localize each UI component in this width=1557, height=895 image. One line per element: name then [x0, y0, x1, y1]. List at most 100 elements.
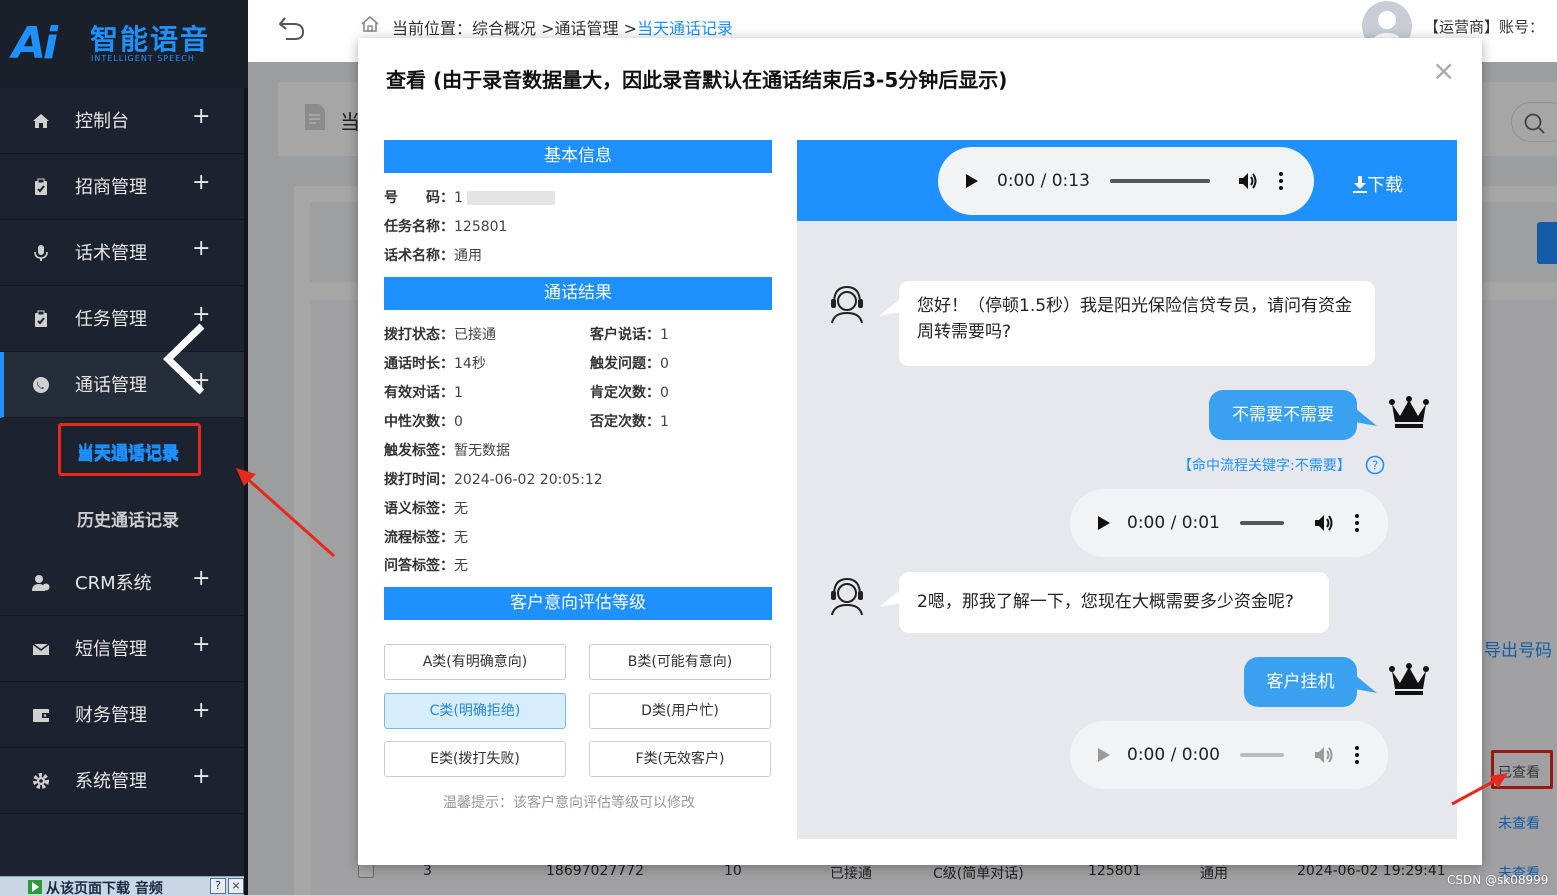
clipboard-icon: [35, 178, 47, 195]
grade-f-button[interactable]: F类(无效客户): [589, 741, 771, 777]
grade-d-button[interactable]: D类(用户忙): [589, 693, 771, 729]
info-value: 通用: [454, 248, 482, 264]
expand-icon[interactable]: +: [192, 236, 210, 261]
result-label: 否定次数：: [590, 414, 660, 430]
result-value: 无: [454, 530, 468, 546]
result-value: 已接通: [454, 327, 496, 343]
more-options-icon[interactable]: [1354, 513, 1360, 533]
audio-time: 0:00 / 0:13: [997, 171, 1090, 191]
watermark: CSDN @sk08999: [1447, 873, 1549, 887]
grade-c-button[interactable]: C类(明确拒绝): [384, 693, 566, 729]
help-icon[interactable]: ?: [210, 878, 226, 894]
sidebar-item-sms[interactable]: 短信管理 +: [0, 616, 248, 682]
info-label: 任务名称：: [384, 219, 454, 235]
audio-progress[interactable]: [1239, 521, 1284, 525]
sidebar-item-system[interactable]: 系统管理 +: [0, 748, 248, 814]
grade-hint: 温馨提示：该客户意向评估等级可以修改: [443, 795, 695, 811]
bot-message: 2嗯，那我了解一下，您现在大概需要多少资金呢?: [899, 572, 1329, 633]
result-label: 触发问题：: [590, 356, 660, 372]
result-row: 有效对话：1: [384, 382, 463, 402]
bubble-tail: [879, 298, 901, 316]
more-options-icon[interactable]: [1354, 745, 1360, 765]
download-button[interactable]: 下载: [1353, 171, 1403, 197]
download-label: 下载: [1367, 175, 1403, 196]
result-value: 0: [660, 356, 669, 372]
breadcrumb: 当前位置：综合概况 >通话管理 >当天通话记录: [392, 15, 733, 39]
sidebar-item-crm[interactable]: CRM系统 +: [0, 550, 248, 616]
back-icon[interactable]: [276, 12, 308, 44]
expand-icon[interactable]: +: [192, 632, 210, 657]
audio-progress[interactable]: [1109, 179, 1210, 183]
sidebar-subitem-history-calls[interactable]: 历史通话记录: [0, 484, 248, 550]
bubble-tail: [879, 589, 901, 607]
result-row: 拨打时间：2024-06-02 20:05:12: [384, 469, 603, 489]
annotation-arrow: [236, 468, 335, 558]
expand-icon[interactable]: +: [192, 566, 210, 591]
sidebar-item-console[interactable]: 控制台 +: [0, 88, 248, 154]
result-value: 0: [660, 385, 669, 401]
modal-title: 查看 (由于录音数据量大，因此录音默认在通话结束后3-5分钟后显示): [386, 68, 1008, 92]
expand-icon[interactable]: +: [192, 698, 210, 723]
audio-progress[interactable]: [1239, 753, 1284, 757]
crown-icon: [1389, 396, 1429, 428]
volume-icon[interactable]: [1238, 171, 1260, 191]
close-icon[interactable]: ×: [1432, 54, 1455, 87]
volume-icon[interactable]: [1314, 745, 1336, 765]
phone-icon: [33, 377, 49, 393]
redacted-value: [467, 191, 556, 205]
result-row: 中性次数：0: [384, 411, 463, 431]
play-icon[interactable]: [1097, 515, 1111, 531]
expand-icon[interactable]: +: [192, 170, 210, 195]
sidebar-item-finance[interactable]: 财务管理 +: [0, 682, 248, 748]
bot-message: 您好！（停顿1.5秒）我是阳光保险信贷专员，请问有资金周转需要吗?: [899, 281, 1375, 366]
logo-title: 智能语音: [90, 23, 211, 56]
grade-b-button[interactable]: B类(可能有意向): [589, 644, 771, 680]
home-icon: [33, 114, 49, 128]
expand-icon[interactable]: +: [192, 764, 210, 789]
more-options-icon[interactable]: [1278, 171, 1284, 191]
result-value: 1: [454, 385, 463, 401]
result-label: 流程标签：: [384, 530, 454, 546]
bubble-tail: [1355, 675, 1377, 693]
main-audio-player[interactable]: 0:00 / 0:13: [938, 147, 1314, 215]
sidebar-item-label: 招商管理: [75, 177, 147, 198]
volume-icon[interactable]: [1314, 513, 1336, 533]
section-header-basic-info: 基本信息: [384, 140, 772, 173]
highlighted-subitem-label: 当天通话记录: [77, 443, 179, 463]
sidebar-item-script[interactable]: 话术管理 +: [0, 220, 248, 286]
result-row: 语义标签：无: [384, 498, 468, 518]
download-toolbar[interactable]: 从该页面下载 音频 ? ×: [0, 876, 248, 895]
grade-a-button[interactable]: A类(有明确意向): [384, 644, 566, 680]
play-icon[interactable]: [965, 173, 979, 189]
sidebar-item-call[interactable]: 通话管理 +: [0, 352, 248, 418]
play-icon[interactable]: [1097, 747, 1111, 763]
keyword-hit-label: 【命中流程关键字:不需要】: [1178, 458, 1351, 474]
play-icon: [28, 880, 42, 894]
download-icon: [1353, 176, 1367, 193]
gear-icon: [33, 773, 49, 789]
breadcrumb-item[interactable]: 综合概况: [472, 19, 536, 38]
close-icon[interactable]: ×: [228, 878, 244, 894]
info-label: 号 码：: [384, 190, 454, 206]
section-header-intent: 客户意向评估等级: [384, 587, 772, 620]
sidebar-item-task[interactable]: 任务管理 +: [0, 286, 248, 352]
collapse-chevron-icon[interactable]: [160, 322, 210, 396]
message-audio-player[interactable]: 0:00 / 0:01: [1070, 489, 1388, 557]
result-label: 有效对话：: [384, 385, 454, 401]
breadcrumb-item[interactable]: 通话管理: [555, 19, 619, 38]
info-row-number: 号 码：1: [384, 187, 556, 207]
grade-e-button[interactable]: E类(拨打失败): [384, 741, 566, 777]
logo-ai-mark: Ai: [12, 18, 58, 69]
help-icon[interactable]: ?: [1365, 455, 1385, 475]
message-audio-player[interactable]: 0:00 / 0:00: [1070, 721, 1388, 789]
sidebar-item-label: 短信管理: [75, 639, 147, 660]
result-label: 客户说话：: [590, 327, 660, 343]
sidebar-item-label: 控制台: [75, 111, 129, 132]
sidebar-item-merchant[interactable]: 招商管理 +: [0, 154, 248, 220]
recording-header: 0:00 / 0:13 下载: [797, 140, 1457, 221]
mail-icon: [32, 643, 50, 655]
result-value: 1: [660, 327, 669, 343]
result-value: 1: [660, 414, 669, 430]
result-value: 无: [454, 501, 468, 517]
expand-icon[interactable]: +: [192, 104, 210, 129]
